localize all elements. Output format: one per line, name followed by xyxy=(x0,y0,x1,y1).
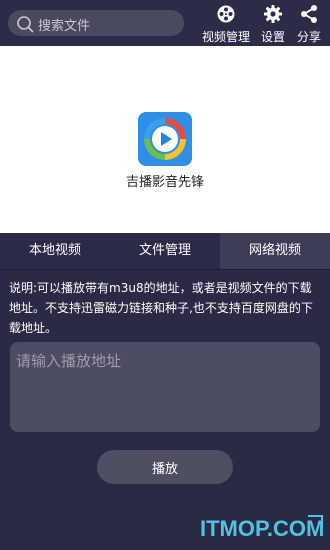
settings-label: 设置 xyxy=(260,30,285,44)
app-name: 吉播影音先锋 xyxy=(125,175,204,190)
settings-button[interactable]: 设置 xyxy=(259,4,287,44)
video-manage-label: 视频管理 xyxy=(201,30,250,44)
play-button[interactable]: 播放 xyxy=(97,450,233,484)
film-reel-icon xyxy=(217,5,235,23)
search-icon xyxy=(17,16,34,33)
top-bar: 搜索文件 视频管理 设置 分享 xyxy=(0,0,330,46)
url-input[interactable] xyxy=(10,342,320,432)
tab-file-manage[interactable]: 文件管理 xyxy=(110,233,220,269)
search-bar[interactable]: 搜索文件 xyxy=(8,10,184,36)
app-logo-icon xyxy=(138,112,192,166)
app-logo xyxy=(138,112,192,166)
watermark-logo: ITMOP.COM xyxy=(200,515,324,541)
svg-text:ITMOP.COM: ITMOP.COM xyxy=(200,516,324,541)
description-text: 说明:可以播放带有m3u8的地址，或者是视频文件的下载地址。不支持迅雷磁力链接和… xyxy=(9,281,313,335)
video-manage-button[interactable]: 视频管理 xyxy=(199,4,253,44)
tab-local-video[interactable]: 本地视频 xyxy=(0,233,110,269)
search-placeholder: 搜索文件 xyxy=(38,19,91,34)
tab-network-video[interactable]: 网络视频 xyxy=(220,233,330,269)
app-hero-banner: 吉播影音先锋 xyxy=(0,46,330,233)
share-icon xyxy=(301,5,317,23)
tab-bar: 本地视频 文件管理 网络视频 xyxy=(0,233,330,270)
gear-icon xyxy=(264,5,282,23)
share-button[interactable]: 分享 xyxy=(294,4,324,44)
share-label: 分享 xyxy=(296,30,321,44)
